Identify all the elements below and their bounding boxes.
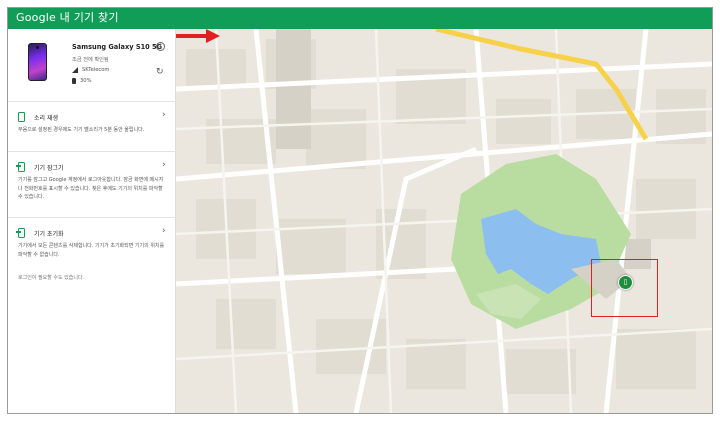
action-lock-device[interactable]: 기기 잠그기 › 기기를 잠그고 Google 계정에서 로그아웃합니다. 잠금… [8, 152, 176, 218]
device-name: Samsung Galaxy S10 5G [72, 43, 163, 51]
device-image [28, 43, 47, 81]
signal-icon [72, 67, 78, 73]
chevron-right-icon: › [162, 110, 166, 120]
carrier-label: SKTelecom [82, 67, 110, 73]
app-title: Google 내 기기 찾기 [16, 11, 119, 24]
device-last-seen: 조금 전에 확인됨 [72, 57, 109, 63]
map-canvas [176, 29, 712, 413]
battery-row: 30% [72, 78, 92, 84]
map-view[interactable]: ▯ [176, 29, 712, 413]
action-description: 무음으로 설정된 경우에도 기기 벨소리가 5분 동안 울립니다. [18, 127, 145, 133]
action-play-sound[interactable]: 소리 재생 › 무음으로 설정된 경우에도 기기 벨소리가 5분 동안 울립니다… [8, 102, 176, 152]
device-location-marker[interactable]: ▯ [618, 275, 633, 290]
device-card[interactable]: Samsung Galaxy S10 5G 조금 전에 확인됨 SKTeleco… [8, 29, 176, 102]
refresh-icon[interactable]: ↻ [156, 68, 164, 77]
carrier-row: SKTelecom [72, 67, 109, 73]
chevron-right-icon: › [162, 226, 166, 236]
info-icon[interactable]: i [156, 42, 165, 51]
erase-device-icon [16, 228, 25, 238]
top-bar: Google 내 기기 찾기 [8, 8, 712, 29]
phone-sound-icon [18, 112, 25, 122]
action-description: 기기를 잠그고 Google 계정에서 로그아웃합니다. 잠금 화면에 메시지나… [18, 177, 164, 200]
chevron-right-icon: › [162, 160, 166, 170]
action-description: 기기에서 모든 콘텐츠를 삭제합니다. 기기가 초기화되면 기기의 위치를 파악… [18, 243, 165, 258]
action-title: 기기 잠그기 [34, 165, 64, 172]
action-erase-device[interactable]: 기기 초기화 › 기기에서 모든 콘텐츠를 삭제합니다. 기기가 초기화되면 기… [8, 218, 176, 288]
red-arrow-icon [176, 29, 220, 43]
action-note: 로그인이 필요할 수도 있습니다. [18, 275, 85, 281]
battery-icon [72, 78, 76, 84]
lock-device-icon [16, 162, 25, 172]
action-title: 소리 재생 [34, 115, 58, 122]
find-my-device-window: Google 내 기기 찾기 Samsung Galaxy S10 5G 조금 … [7, 7, 713, 414]
action-title: 기기 초기화 [34, 231, 64, 238]
battery-label: 30% [80, 78, 92, 84]
sidebar: Samsung Galaxy S10 5G 조금 전에 확인됨 SKTeleco… [8, 29, 176, 413]
